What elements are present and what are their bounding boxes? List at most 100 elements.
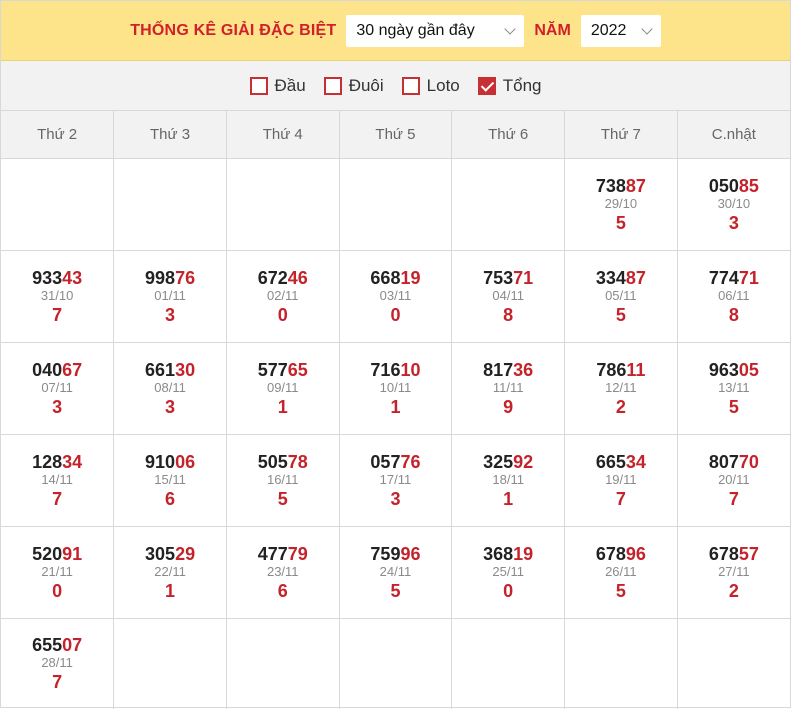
- number-head: 128: [32, 452, 62, 472]
- number-head: 786: [596, 360, 626, 380]
- result-number: 93343: [1, 268, 113, 288]
- filter-dau[interactable]: Đầu: [250, 76, 306, 96]
- checkbox-tong[interactable]: [478, 77, 496, 95]
- number-head: 665: [596, 452, 626, 472]
- number-head: 661: [145, 360, 175, 380]
- column-header: C.nhật: [677, 111, 790, 159]
- result-number: 04067: [1, 360, 113, 380]
- result-cell: 4777923/116: [226, 527, 339, 619]
- result-sum: 3: [678, 212, 790, 234]
- result-date: 21/11: [1, 564, 113, 580]
- result-cell: 0577617/113: [339, 435, 452, 527]
- year-label: NĂM: [534, 22, 570, 40]
- result-date: 17/11: [340, 472, 452, 488]
- result-sum: 7: [1, 304, 113, 326]
- number-tail: 11: [626, 360, 645, 380]
- chevron-down-icon: [505, 23, 516, 34]
- number-tail: 30: [175, 360, 195, 380]
- result-sum: 6: [227, 580, 339, 602]
- result-number: 47779: [227, 544, 339, 564]
- result-date: 02/11: [227, 288, 339, 304]
- number-tail: 79: [288, 544, 308, 564]
- result-number: 36819: [452, 544, 564, 564]
- result-cell: 7161010/111: [339, 343, 452, 435]
- number-tail: 91: [62, 544, 82, 564]
- number-tail: 70: [739, 452, 759, 472]
- result-number: 33487: [565, 268, 677, 288]
- result-cell: 6653419/117: [565, 435, 678, 527]
- result-number: 50578: [227, 452, 339, 472]
- number-head: 807: [709, 452, 739, 472]
- result-number: 67857: [678, 544, 790, 564]
- result-date: 05/11: [565, 288, 677, 304]
- empty-cell: [565, 619, 678, 709]
- checkbox-dau[interactable]: [250, 77, 268, 95]
- filter-loto[interactable]: Loto: [402, 76, 460, 96]
- result-cell: 7537104/118: [452, 251, 565, 343]
- result-cell: 7747106/118: [677, 251, 790, 343]
- column-header: Thứ 2: [1, 111, 114, 159]
- result-sum: 0: [1, 580, 113, 602]
- result-number: 78611: [565, 360, 677, 380]
- number-tail: 96: [626, 544, 646, 564]
- result-cell: 0508530/103: [677, 159, 790, 251]
- range-select[interactable]: 30 ngày gần đây: [346, 15, 524, 47]
- number-head: 774: [709, 268, 739, 288]
- result-number: 96305: [678, 360, 790, 380]
- result-cell: 6789626/115: [565, 527, 678, 619]
- number-head: 910: [145, 452, 175, 472]
- filter-duoi[interactable]: Đuôi: [324, 76, 384, 96]
- result-cell: 9334331/107: [1, 251, 114, 343]
- result-date: 10/11: [340, 380, 452, 396]
- number-head: 057: [370, 452, 400, 472]
- result-number: 71610: [340, 360, 452, 380]
- number-head: 678: [709, 544, 739, 564]
- number-tail: 67: [62, 360, 82, 380]
- number-tail: 71: [513, 268, 533, 288]
- filter-dau-label: Đầu: [275, 76, 306, 96]
- result-sum: 2: [565, 396, 677, 418]
- result-date: 25/11: [452, 564, 564, 580]
- filter-tong[interactable]: Tổng: [478, 76, 542, 96]
- result-cell: 7861112/112: [565, 343, 678, 435]
- number-tail: 46: [288, 268, 308, 288]
- year-select-value: 2022: [591, 22, 627, 40]
- header-bar: THỐNG KÊ GIẢI ĐẶC BIỆT 30 ngày gần đây N…: [1, 1, 790, 61]
- stats-widget: THỐNG KÊ GIẢI ĐẶC BIỆT 30 ngày gần đây N…: [0, 0, 791, 708]
- filter-tong-label: Tổng: [503, 76, 542, 96]
- result-sum: 6: [114, 488, 226, 510]
- result-cell: 7388729/105: [565, 159, 678, 251]
- column-header: Thứ 6: [452, 111, 565, 159]
- result-cell: 6785727/112: [677, 527, 790, 619]
- result-sum: 5: [565, 580, 677, 602]
- checkbox-loto[interactable]: [402, 77, 420, 95]
- result-sum: 8: [678, 304, 790, 326]
- result-date: 01/11: [114, 288, 226, 304]
- checkbox-duoi[interactable]: [324, 77, 342, 95]
- table-row: 5209121/1103052922/1114777923/1167599624…: [1, 527, 790, 619]
- result-number: 12834: [1, 452, 113, 472]
- result-date: 09/11: [227, 380, 339, 396]
- result-number: 80770: [678, 452, 790, 472]
- table-row: 1283414/1179100615/1165057816/1150577617…: [1, 435, 790, 527]
- result-date: 14/11: [1, 472, 113, 488]
- empty-cell: [452, 159, 565, 251]
- number-head: 505: [258, 452, 288, 472]
- empty-cell: [452, 619, 565, 709]
- result-sum: 1: [340, 396, 452, 418]
- result-cell: 6724602/110: [226, 251, 339, 343]
- number-tail: 19: [513, 544, 533, 564]
- chevron-down-icon: [641, 23, 652, 34]
- result-number: 67246: [227, 268, 339, 288]
- number-tail: 92: [513, 452, 533, 472]
- result-number: 77471: [678, 268, 790, 288]
- result-date: 24/11: [340, 564, 452, 580]
- result-sum: 1: [227, 396, 339, 418]
- result-date: 18/11: [452, 472, 564, 488]
- result-number: 65507: [1, 635, 113, 655]
- number-tail: 71: [739, 268, 759, 288]
- result-number: 75371: [452, 268, 564, 288]
- year-select[interactable]: 2022: [581, 15, 661, 47]
- number-tail: 76: [400, 452, 420, 472]
- result-sum: 3: [340, 488, 452, 510]
